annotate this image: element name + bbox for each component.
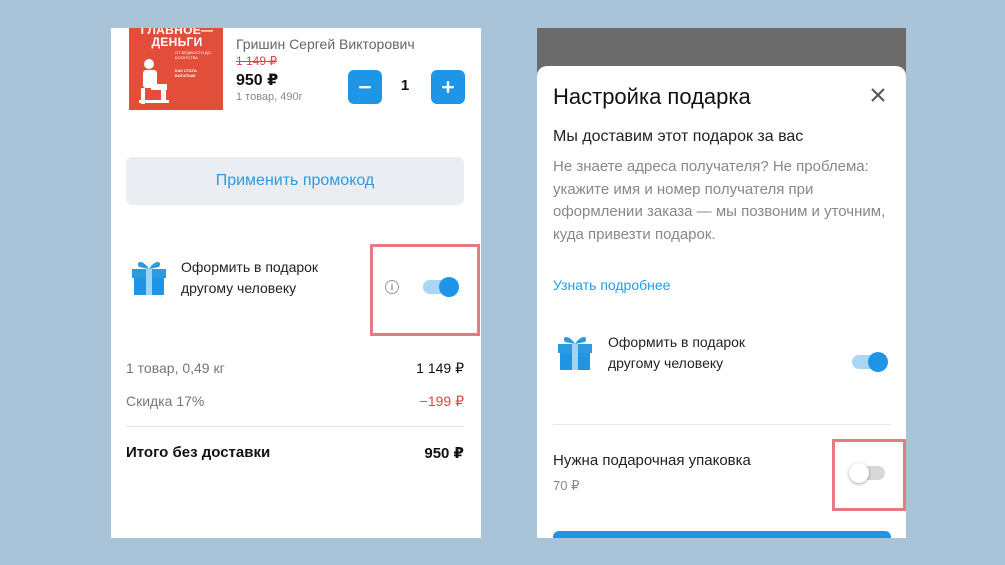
- divider: [553, 424, 891, 425]
- cover-title-line2: ДЕНЬГИ: [151, 35, 203, 49]
- highlight-box: [370, 244, 480, 336]
- old-price: 1 149 ₽: [236, 54, 277, 68]
- sheet-title: Настройка подарка: [553, 84, 751, 109]
- apply-promo-button[interactable]: Применить промокод: [126, 157, 464, 205]
- minus-icon: [359, 86, 371, 89]
- cover-figure-icon: [139, 59, 169, 104]
- gift-toggle[interactable]: [852, 352, 888, 372]
- increase-quantity-button[interactable]: [431, 70, 465, 104]
- quantity-value: 1: [400, 77, 410, 94]
- items-value: 1 149 ₽: [416, 360, 464, 376]
- total-value: 950 ₽: [424, 445, 464, 462]
- book-author[interactable]: Гришин Сергей Викторович: [236, 36, 415, 52]
- highlight-box: [832, 439, 906, 511]
- cover-tagline: КАК СТАТЬ БОГАТЫМ: [175, 68, 197, 78]
- decrease-quantity-button[interactable]: [348, 70, 382, 104]
- toggle-knob: [868, 352, 888, 372]
- deliver-title: Мы доставим этот подарок за вас: [553, 128, 804, 145]
- gift-wrap-price: 70 ₽: [553, 478, 580, 493]
- cover-subtitle: ОТ БЕДНОСТИ ДО БОГАТСТВА: [175, 50, 211, 60]
- cart-panel: ГЛАВНОЕ— ДЕНЬГИ ОТ БЕДНОСТИ ДО БОГАТСТВА…: [111, 28, 481, 538]
- plus-icon: [442, 81, 454, 93]
- gift-icon: [558, 337, 592, 370]
- items-label: 1 товар, 0,49 кг: [126, 360, 225, 376]
- confirm-button[interactable]: [553, 531, 891, 538]
- item-meta: 1 товар, 490г: [236, 91, 303, 103]
- gift-option-label: Оформить в подарок другому человеку: [608, 334, 746, 371]
- gift-settings-sheet: Настройка подарка Мы доставим этот подар…: [537, 66, 906, 538]
- gift-wrap-label: Нужна подарочная упаковка: [553, 452, 751, 469]
- learn-more-link[interactable]: Узнать подробнее: [553, 277, 670, 293]
- divider: [126, 426, 464, 427]
- gift-settings-panel: Настройка подарка Мы доставим этот подар…: [537, 28, 906, 538]
- discount-value: −199 ₽: [419, 393, 464, 409]
- book-cover[interactable]: ГЛАВНОЕ— ДЕНЬГИ ОТ БЕДНОСТИ ДО БОГАТСТВА…: [129, 28, 223, 110]
- gift-option-label: Оформить в подарок другому человеку: [181, 259, 319, 296]
- close-icon[interactable]: [867, 84, 889, 106]
- gift-icon: [132, 262, 166, 295]
- discount-label: Скидка 17%: [126, 393, 205, 409]
- current-price: 950 ₽: [236, 72, 279, 89]
- total-label: Итого без доставки: [126, 444, 271, 461]
- deliver-description: Не знаете адреса получателя? Не проблема…: [553, 158, 886, 243]
